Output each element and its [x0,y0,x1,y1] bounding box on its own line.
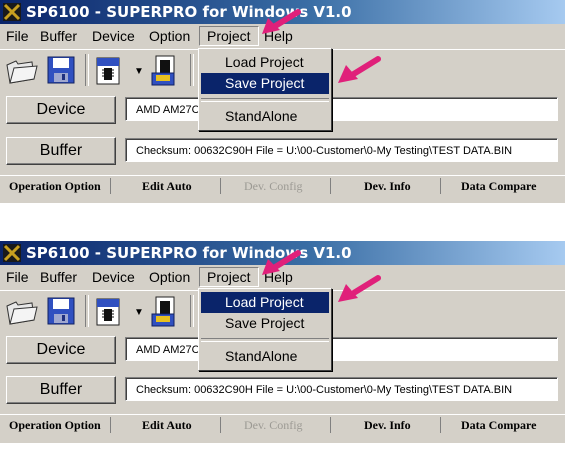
device-name-field: AMD AM27C PROM [125,337,558,361]
annotation-arrow-icon [338,56,381,83]
menu-project[interactable]: Project [199,267,259,287]
menu-buffer[interactable]: Buffer [40,28,77,44]
device-chip-icon[interactable] [92,294,126,328]
menu-separator [201,338,329,342]
toolbar-separator [190,295,194,327]
program-chip-icon[interactable] [148,294,182,328]
open-folder-icon[interactable] [4,294,38,328]
tab-divider [330,417,331,433]
device-chip-icon[interactable] [92,53,126,87]
tab-data-compare[interactable]: Data Compare [461,179,536,194]
menu-device[interactable]: Device [92,269,135,285]
tab-divider [110,178,111,194]
tab-divider [440,178,441,194]
menu-project[interactable]: Project [199,26,259,46]
tab-divider [440,417,441,433]
menu-separator [201,98,329,102]
toolbar-separator [190,54,194,86]
program-chip-icon[interactable] [148,53,182,87]
tab-divider [220,178,221,194]
tab-operation-option[interactable]: Operation Option [9,179,101,194]
menu-file[interactable]: File [6,28,29,44]
project-menu-dropdown: Load Project Save Project StandAlone [198,48,332,131]
tab-data-compare[interactable]: Data Compare [461,418,536,433]
device-name-field: AMD AM27C PROM [125,97,558,121]
device-button[interactable]: Device [6,96,116,124]
device-button[interactable]: Device [6,336,116,364]
menu-item-save-project[interactable]: Save Project [201,313,329,334]
project-menu-dropdown: Load Project Save Project StandAlone [198,288,332,371]
annotation-arrow-icon [338,275,381,302]
annotation-arrow-icon [262,9,301,34]
tab-divider [220,417,221,433]
app-logo-icon [3,244,21,262]
menu-item-save-project[interactable]: Save Project [201,73,329,94]
tab-dev-config: Dev. Config [244,179,303,193]
tab-dev-info[interactable]: Dev. Info [364,179,411,194]
tab-strip: Operation Option Edit Auto Dev. Config D… [0,414,565,435]
chevron-down-icon[interactable]: ▼ [134,66,144,77]
menu-buffer[interactable]: Buffer [40,269,77,285]
tab-edit-auto[interactable]: Edit Auto [142,418,192,433]
menu-file[interactable]: File [6,269,29,285]
screenshot-load-project: SP6100 - SUPERPRO for Windows V1.0 File … [0,241,565,443]
buffer-button[interactable]: Buffer [6,137,116,165]
buffer-info-field: Checksum: 00632C90H File = U:\00-Custome… [125,138,558,162]
menu-item-standalone[interactable]: StandAlone [201,346,329,367]
toolbar-separator [85,54,89,86]
tab-dev-info[interactable]: Dev. Info [364,418,411,433]
save-disk-icon[interactable] [44,294,78,328]
tab-divider [330,178,331,194]
menu-device[interactable]: Device [92,28,135,44]
toolbar-separator [85,295,89,327]
tab-strip: Operation Option Edit Auto Dev. Config D… [0,175,565,196]
open-folder-icon[interactable] [4,53,38,87]
tab-dev-config: Dev. Config [244,418,303,432]
menu-option[interactable]: Option [149,28,190,44]
tab-divider [110,417,111,433]
buffer-button[interactable]: Buffer [6,376,116,404]
screenshot-save-project: SP6100 - SUPERPRO for Windows V1.0 File … [0,0,565,203]
tab-operation-option[interactable]: Operation Option [9,418,101,433]
app-logo-icon [3,3,21,21]
buffer-info-field: Checksum: 00632C90H File = U:\00-Custome… [125,377,558,401]
save-disk-icon[interactable] [44,53,78,87]
menu-item-standalone[interactable]: StandAlone [201,106,329,127]
menu-option[interactable]: Option [149,269,190,285]
annotation-arrow-icon [262,250,301,275]
chevron-down-icon[interactable]: ▼ [134,307,144,318]
menu-item-load-project[interactable]: Load Project [201,292,329,313]
menu-item-load-project[interactable]: Load Project [201,52,329,73]
tab-edit-auto[interactable]: Edit Auto [142,179,192,194]
